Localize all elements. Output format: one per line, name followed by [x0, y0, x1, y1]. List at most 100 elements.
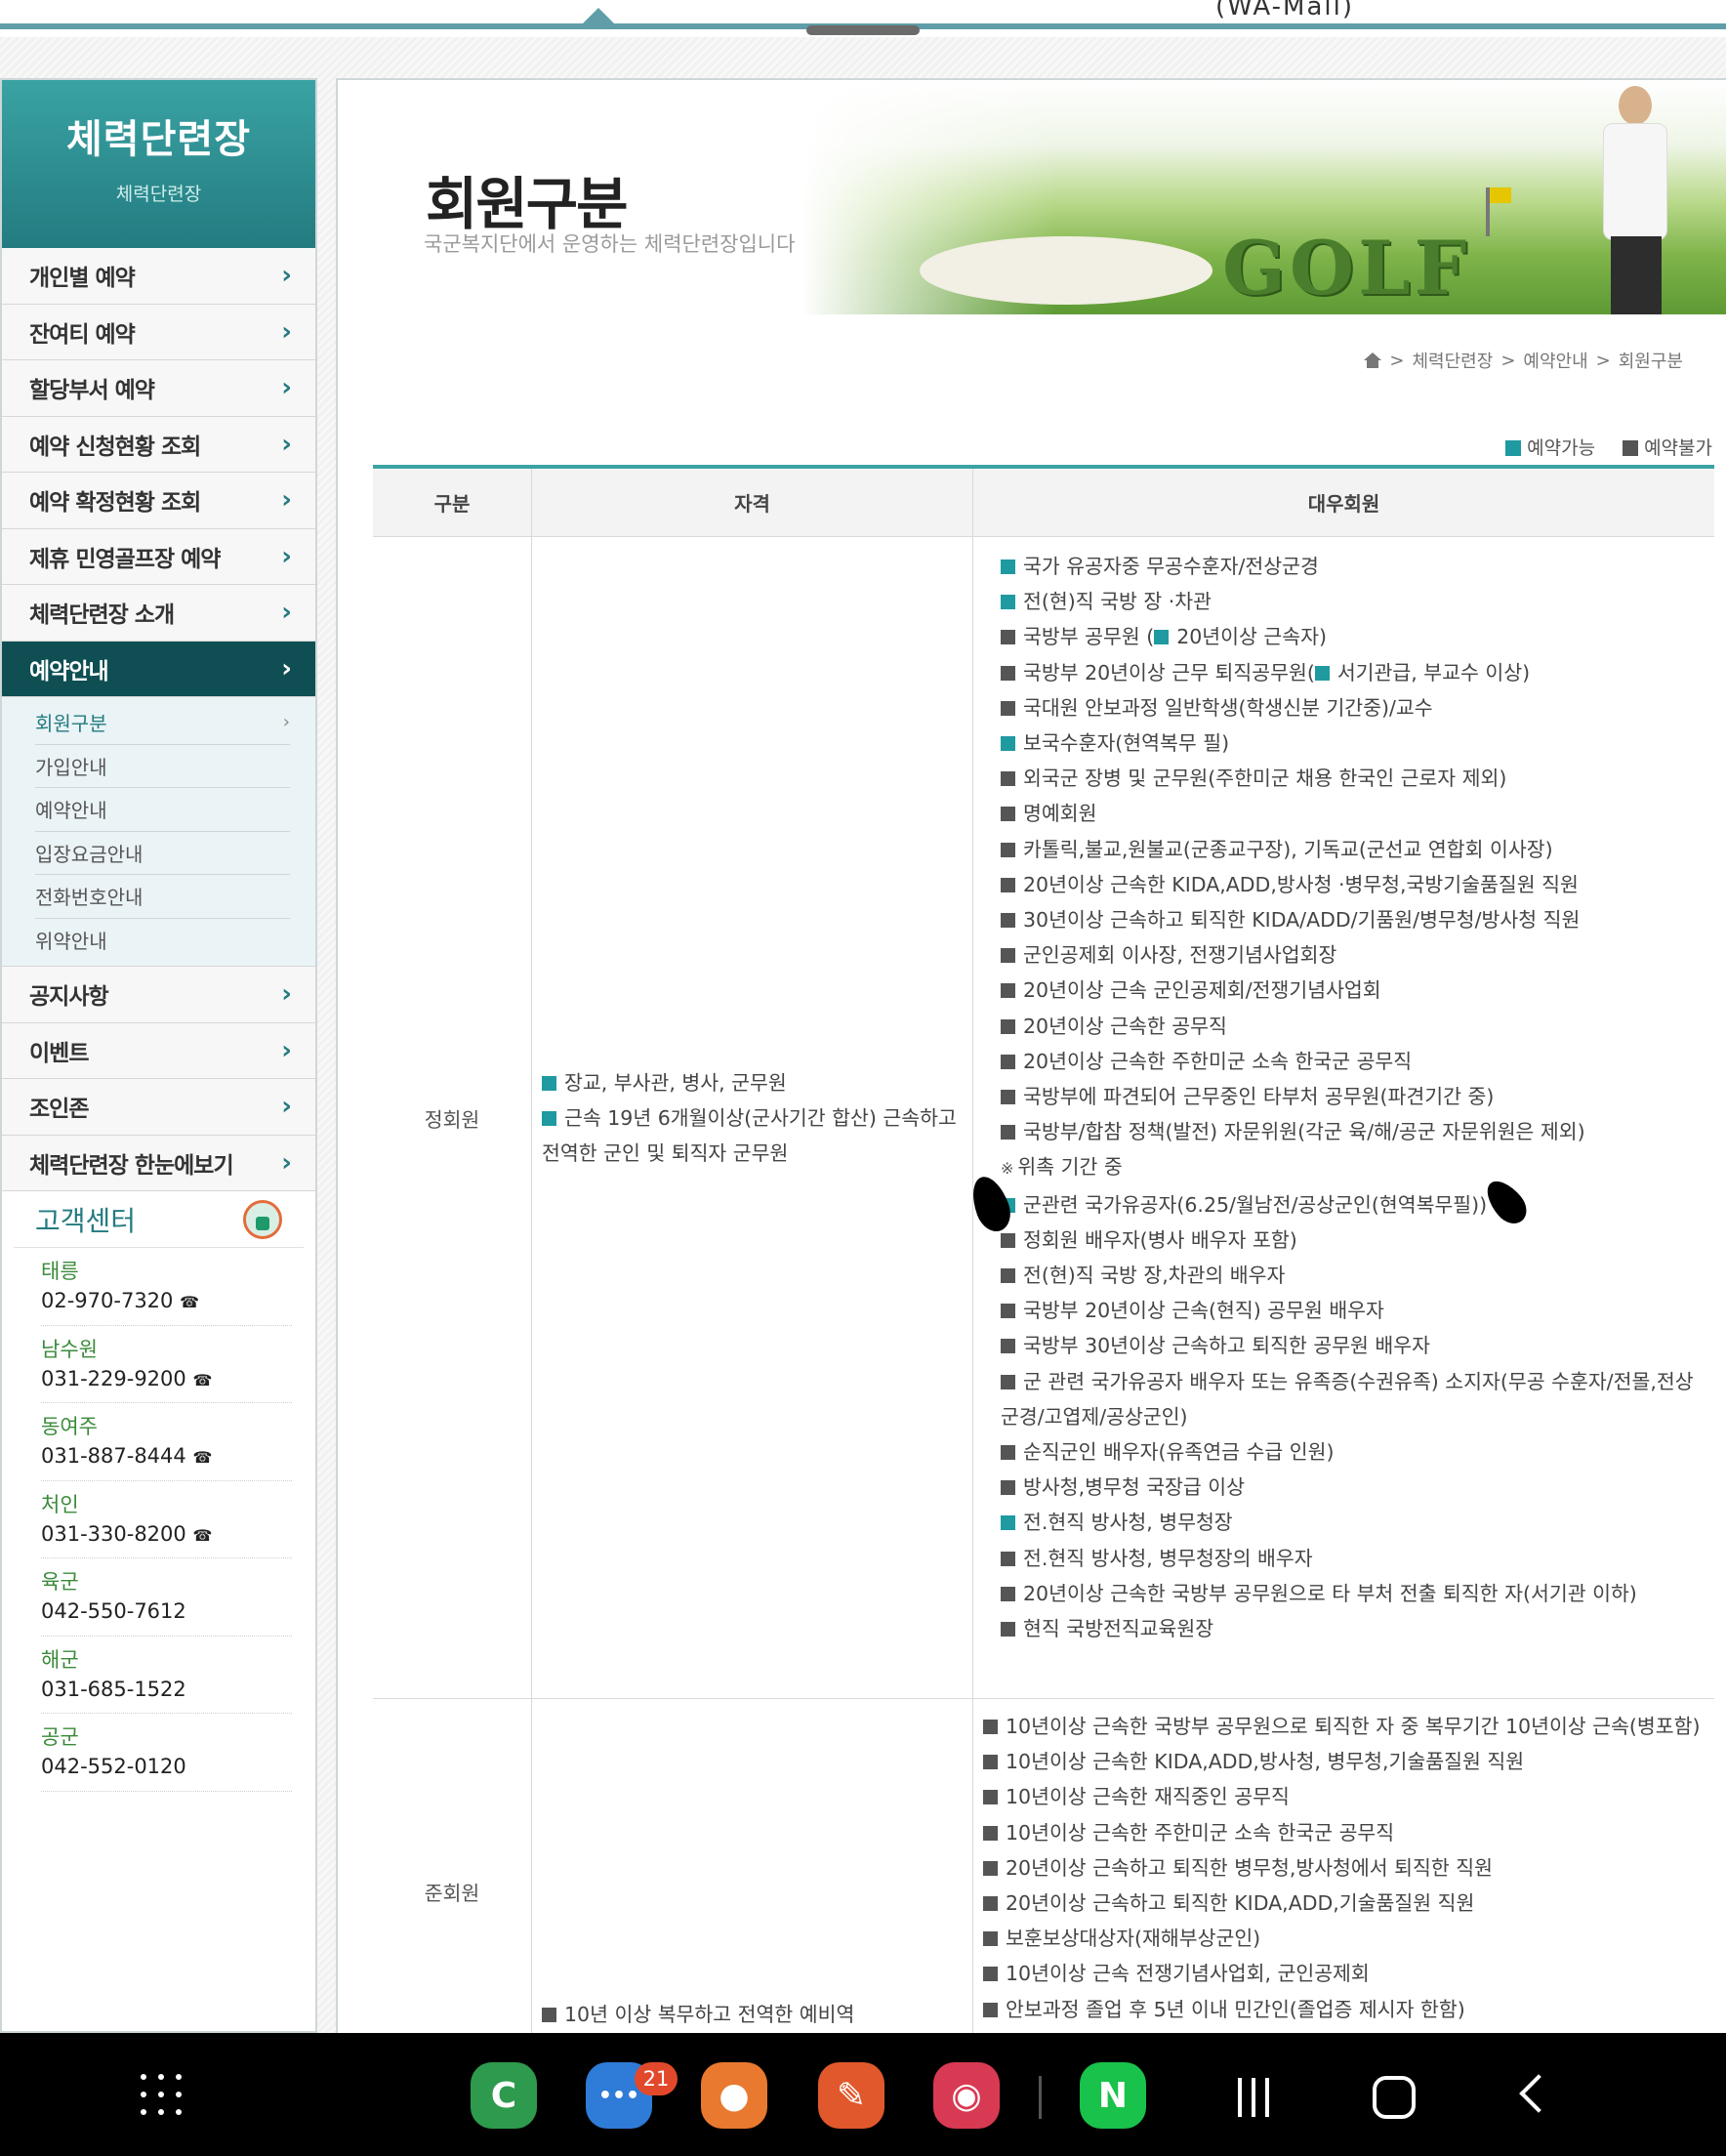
benefit-item: 20년이상 근속한 공무직 — [1001, 1009, 1705, 1044]
recent-apps-button[interactable] — [1238, 2078, 1277, 2117]
telephone-icon: ☎ — [192, 1525, 213, 1545]
sidebar-item[interactable]: 예약 신청현황 조회 › — [2, 416, 315, 473]
submenu-item[interactable]: 예약안내 — [35, 788, 290, 832]
benefit-item: 현직 국방전직교육원장 — [1001, 1611, 1705, 1646]
benefits-cell: 국가 유공자중 무공수훈자/전상군경 전(현)직 국방 장 ·차관 국방부 공무원 … — [973, 537, 1714, 1698]
sidebar-item[interactable]: 공지사항 › — [2, 967, 315, 1023]
teal-square-icon — [1505, 440, 1522, 456]
contact-name: 태릉 — [41, 1260, 79, 1283]
contact-phone[interactable]: 031-887-8444 ☎ — [41, 1444, 292, 1468]
home-icon[interactable] — [1364, 352, 1382, 368]
teal-square-icon — [1001, 1515, 1015, 1531]
contact-name: 동여주 — [41, 1415, 98, 1438]
gray-square-icon — [1001, 665, 1015, 681]
notes-app-icon[interactable]: ✎ — [818, 2062, 884, 2129]
contact-item: 태릉 02-970-7320 ☎ — [41, 1248, 292, 1326]
sidebar-item[interactable]: 체력단련장 한눈에보기 › — [2, 1135, 315, 1191]
chevron-right-icon: › — [281, 541, 292, 571]
submenu-item[interactable]: 회원구분 › — [35, 701, 290, 745]
sidebar-item-label: 공지사항 — [29, 984, 109, 1011]
sidebar-item[interactable]: 잔여티 예약 › — [2, 304, 315, 360]
sidebar-item-label: 잔여티 예약 — [29, 321, 136, 348]
contact-phone[interactable]: 042-552-0120 — [41, 1755, 292, 1778]
breadcrumb-item[interactable]: 체력단련장 — [1413, 348, 1494, 373]
sidebar-item-reservation-guide[interactable]: 예약안내 › — [2, 641, 315, 697]
benefit-item: 순직군인 배우자(유족연금 수급 인원) — [1001, 1434, 1705, 1470]
telephone-icon: ☎ — [180, 1293, 200, 1311]
submenu-item[interactable]: 전화번호안내 — [35, 875, 290, 919]
gray-square-icon — [1001, 1054, 1015, 1069]
back-button[interactable] — [1519, 2074, 1558, 2113]
contact-phone[interactable]: 031-229-9200 ☎ — [41, 1367, 292, 1390]
gray-square-icon — [983, 2002, 998, 2017]
benefit-item: 국방부/합참 정책(발전) 자문위원(각군 육/해/공군 자문위원은 제외) — [1001, 1114, 1705, 1149]
benefit-item: 국방부 20년이상 근무 퇴직공무원(서기관급, 부교수 이상) — [1001, 655, 1705, 690]
sidebar-item-label: 체력단련장 한눈에보기 — [29, 1152, 234, 1179]
sidebar-item[interactable]: 조인존 › — [2, 1079, 315, 1136]
legend-available: 예약가능 — [1505, 434, 1595, 460]
benefit-item: 국방부 공무원 (20년이상 근속자) — [1001, 619, 1705, 654]
gray-square-icon — [1001, 1339, 1015, 1354]
submenu-item[interactable]: 위약안내 — [35, 919, 290, 963]
qualification-line: 장교, 부사관, 병사, 군무원 — [542, 1065, 963, 1100]
teal-square-icon — [542, 1110, 556, 1126]
sidebar-header: 체력단련장 체력단련장 — [2, 80, 315, 248]
benefit-item: 안보과정 졸업 후 5년 이내 민간인(졸업증 제시자 한함) — [983, 1992, 1706, 2027]
naver-app-icon[interactable]: N — [1080, 2062, 1146, 2129]
member-category: 정회원 — [373, 537, 532, 1698]
contact-item: 육군 042-550-7612 — [41, 1558, 292, 1637]
contact-phone[interactable]: 02-970-7320 ☎ — [41, 1289, 292, 1312]
phone-app-icon[interactable]: C — [471, 2062, 537, 2129]
contact-name: 해군 — [41, 1647, 79, 1672]
gray-square-icon — [1001, 1125, 1015, 1140]
sidebar-item[interactable]: 개인별 예약 › — [2, 248, 315, 305]
contact-item: 해군 031-685-1522 — [41, 1637, 292, 1714]
sidebar-subtitle: 체력단련장 — [115, 184, 202, 205]
sidebar-item[interactable]: 이벤트 › — [2, 1022, 315, 1079]
contact-phone[interactable]: 031-685-1522 — [41, 1678, 292, 1701]
qualification-line: 전역한 군인 및 퇴직자 군무원 — [542, 1140, 789, 1165]
gray-square-icon — [1001, 700, 1015, 716]
wa-mall-label[interactable]: (WA-Mall) — [1215, 0, 1354, 21]
benefit-item: 20년이상 근속하고 퇴직한 KIDA,ADD,기술품질원 직원 — [983, 1886, 1706, 1921]
benefit-item: 카톨릭,불교,원불교(군종교구장), 기독교(군선교 연합회 이사장) — [1001, 832, 1705, 867]
contact-name: 남수원 — [41, 1337, 98, 1361]
breadcrumb-item[interactable]: 예약안내 — [1523, 348, 1587, 373]
home-button[interactable] — [1373, 2076, 1416, 2119]
submenu-item[interactable]: 가입안내 — [35, 745, 290, 788]
drag-handle[interactable] — [806, 25, 920, 35]
gray-square-icon — [1001, 948, 1015, 964]
chevron-right-icon: › — [281, 1035, 292, 1065]
qualification-cell: 10년 이상 복무하고 전역한 예비역(군무원 포함) — [532, 1699, 973, 2083]
flag-icon — [1486, 187, 1511, 236]
sidebar-item[interactable]: 예약 확정현황 조회 › — [2, 473, 315, 529]
sidebar-item[interactable]: 제휴 민영골프장 예약 › — [2, 528, 315, 585]
contact-phone[interactable]: 031-330-8200 ☎ — [41, 1522, 292, 1546]
android-nav-bar: C ••• ● ✎ ◉ N 21 — [0, 2033, 1726, 2156]
sidebar-item[interactable]: 할당부서 예약 › — [2, 360, 315, 417]
benefit-item: 전.현직 방사청, 병무청장 — [1001, 1505, 1705, 1540]
benefit-item: 군 관련 국가유공자 배우자 또는 유족증(수권유족) 소지자(무공 수훈자/전… — [1001, 1369, 1694, 1429]
gray-square-icon — [983, 1755, 998, 1770]
teal-square-icon — [542, 1075, 556, 1091]
customer-center-header: 고객센터 — [14, 1191, 304, 1248]
app-drawer-icon[interactable] — [141, 2074, 182, 2115]
teal-square-icon — [1001, 560, 1015, 574]
submenu-item[interactable]: 입장요금안내 — [35, 832, 290, 875]
contacts-app-icon[interactable]: ● — [701, 2062, 767, 2129]
table-row: 준회원10년 이상 복무하고 전역한 예비역(군무원 포함) 10년이상 근속한 … — [373, 1699, 1714, 2084]
teal-square-icon — [1314, 665, 1330, 681]
contact-name: 육군 — [41, 1570, 79, 1594]
breadcrumb-item[interactable]: 회원구분 — [1619, 348, 1683, 373]
teal-square-icon — [1001, 595, 1015, 610]
gray-square-icon — [1001, 1090, 1015, 1105]
gray-square-icon — [1001, 630, 1015, 645]
sidebar-item[interactable]: 체력단련장 소개 › — [2, 585, 315, 642]
camera-app-icon[interactable]: ◉ — [933, 2062, 1000, 2129]
benefit-item: 10년이상 근속한 국방부 공무원으로 퇴직한 자 중 복무기간 10년이상 근… — [983, 1709, 1706, 1744]
customer-center-title: 고객센터 — [35, 1204, 137, 1237]
benefit-item: 10년이상 근속한 KIDA,ADD,방사청, 병무청,기술품질원 직원 — [983, 1744, 1706, 1779]
teal-square-icon — [1001, 736, 1015, 752]
contact-phone[interactable]: 042-550-7612 — [41, 1599, 292, 1623]
contact-name: 공군 — [41, 1725, 79, 1749]
